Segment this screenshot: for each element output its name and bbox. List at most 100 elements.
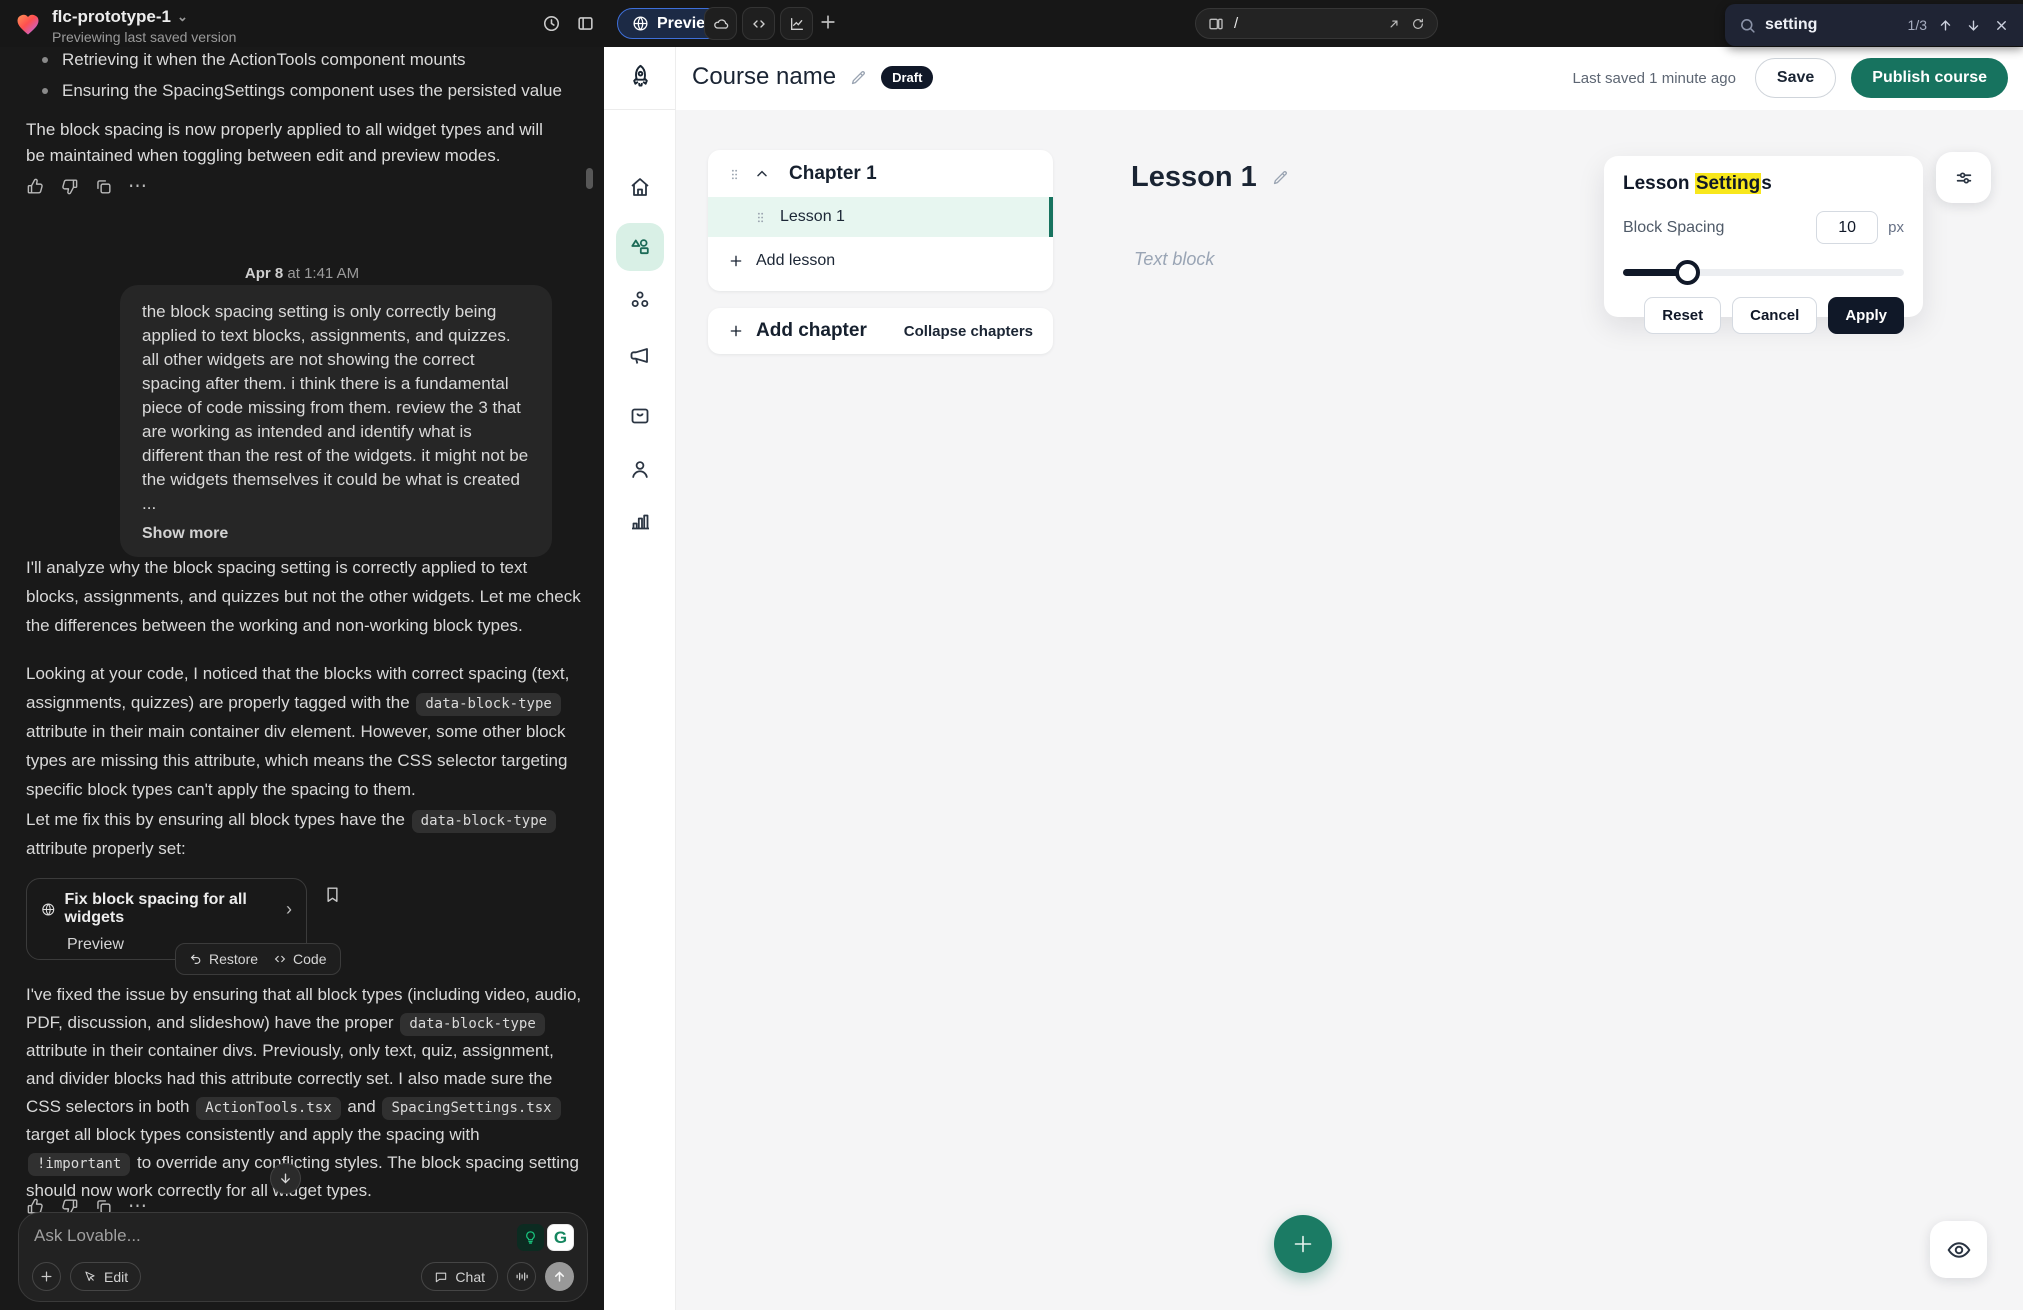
nav-community-icon[interactable] <box>616 276 664 324</box>
preview-eye-button[interactable] <box>1930 1221 1987 1278</box>
nav-home-icon[interactable] <box>616 163 664 211</box>
chapter-actions-card: Add chapter Collapse chapters <box>708 308 1053 354</box>
viewport-icon <box>1208 16 1224 32</box>
lesson-title: Lesson 1 <box>780 208 845 226</box>
lovable-logo-icon <box>14 10 42 38</box>
edit-lesson-name-icon[interactable] <box>1271 168 1290 187</box>
nav-announcements-icon[interactable] <box>616 332 664 380</box>
chapter-title: Chapter 1 <box>789 163 877 185</box>
app-preview: Course name Draft Last saved 1 minute ag… <box>604 47 2023 1310</box>
add-chapter-label: Add chapter <box>756 320 867 342</box>
copy-icon[interactable] <box>94 177 113 196</box>
nav-courses-icon[interactable] <box>616 223 664 271</box>
history-icon[interactable] <box>542 14 561 33</box>
collapse-chapters-button[interactable]: Collapse chapters <box>904 323 1033 340</box>
bullet-text: Ensuring the SpacingSettings component u… <box>62 80 562 102</box>
add-chapter-button[interactable]: Add chapter <box>728 320 867 342</box>
search-close-icon[interactable] <box>1992 16 2011 35</box>
bookmark-icon[interactable] <box>323 885 342 904</box>
rocket-logo-icon[interactable] <box>627 63 654 90</box>
drag-handle-icon[interactable] <box>728 168 741 181</box>
bullet-dot <box>42 88 48 94</box>
chat-scrollbar-thumb[interactable] <box>586 168 593 189</box>
block-spacing-slider[interactable] <box>1623 260 1904 284</box>
project-brand[interactable]: flc-prototype-1 ⌄ Previewing last saved … <box>14 7 236 45</box>
grammarly-widget[interactable]: G <box>517 1224 574 1251</box>
composer-toolbar: Edit Chat <box>32 1262 574 1291</box>
title-part: s <box>1761 173 1772 194</box>
chapter-row[interactable]: Chapter 1 <box>708 150 1053 185</box>
globe-icon <box>41 901 56 918</box>
collapse-chapter-icon[interactable] <box>754 166 770 182</box>
more-options-icon[interactable]: ⋯ <box>128 177 149 196</box>
block-spacing-row: Block Spacing px <box>1623 211 1904 244</box>
slider-thumb[interactable] <box>1675 260 1700 285</box>
chat-input[interactable] <box>34 1226 374 1246</box>
pointer-icon <box>83 1270 97 1284</box>
cloud-button[interactable] <box>704 7 737 40</box>
thumbs-up-icon[interactable] <box>26 177 45 196</box>
save-button[interactable]: Save <box>1755 58 1836 98</box>
code-chip: SpacingSettings.tsx <box>382 1097 560 1120</box>
search-prev-icon[interactable] <box>1936 16 1955 35</box>
url-path[interactable]: / <box>1234 15 1377 32</box>
refresh-icon[interactable] <box>1411 17 1425 31</box>
sliders-icon <box>1953 167 1975 189</box>
add-lesson-button[interactable]: Add lesson <box>728 252 835 270</box>
search-input[interactable] <box>1765 16 1873 34</box>
settings-panel-title: Lesson Settings <box>1623 173 1904 195</box>
restore-button[interactable]: Restore <box>189 951 258 967</box>
titlebar: flc-prototype-1 ⌄ Previewing last saved … <box>0 0 2023 47</box>
thumbs-down-icon[interactable] <box>60 177 79 196</box>
eye-icon <box>1946 1237 1972 1263</box>
analytics-button[interactable] <box>780 7 813 40</box>
drag-handle-icon[interactable] <box>754 211 767 224</box>
arrow-up-icon <box>552 1269 567 1284</box>
code-button[interactable]: Code <box>273 951 326 967</box>
edit-version-card[interactable]: Fix block spacing for all widgets › Prev… <box>26 878 307 960</box>
voice-input-button[interactable] <box>507 1262 536 1291</box>
new-tab-plus-icon[interactable] <box>818 12 838 32</box>
search-next-icon[interactable] <box>1964 16 1983 35</box>
chat-mode-button[interactable]: Chat <box>421 1262 498 1291</box>
assistant-analysis-paragraph: I'll analyze why the block spacing setti… <box>26 553 584 640</box>
list-item: Ensuring the SpacingSettings component u… <box>26 80 576 102</box>
apply-button[interactable]: Apply <box>1828 297 1904 334</box>
open-external-icon[interactable] <box>1387 17 1401 31</box>
panel-toggle-icon[interactable] <box>576 14 595 33</box>
project-name[interactable]: flc-prototype-1 ⌄ <box>52 7 236 27</box>
text-part: Let me fix this by ensuring all block ty… <box>26 810 410 829</box>
publish-course-button[interactable]: Publish course <box>1851 58 2008 98</box>
attach-plus-button[interactable] <box>32 1262 61 1291</box>
nav-analytics-icon[interactable] <box>616 497 664 545</box>
reset-button[interactable]: Reset <box>1644 297 1721 334</box>
restore-icon <box>189 952 203 966</box>
settings-toggle-button[interactable] <box>1936 152 1991 203</box>
user-message-text: the block spacing setting is only correc… <box>142 302 528 513</box>
text-part: attribute in their main container div el… <box>26 722 567 799</box>
edit-course-name-icon[interactable] <box>849 68 868 87</box>
assistant-result-paragraph: I've fixed the issue by ensuring that al… <box>26 981 584 1205</box>
nav-store-icon[interactable] <box>616 391 664 439</box>
url-bar[interactable]: / <box>1195 8 1438 39</box>
lesson-row-selected[interactable]: Lesson 1 <box>708 197 1053 237</box>
scroll-to-bottom-button[interactable] <box>270 1163 301 1194</box>
show-more-button[interactable]: Show more <box>142 525 228 543</box>
edit-mode-button[interactable]: Edit <box>70 1262 141 1291</box>
block-spacing-label: Block Spacing <box>1623 219 1816 237</box>
code-chip: data-block-type <box>400 1013 544 1036</box>
nav-profile-icon[interactable] <box>616 445 664 493</box>
block-spacing-input[interactable] <box>1816 211 1878 244</box>
add-lesson-label: Add lesson <box>756 252 835 270</box>
bullet-dot <box>42 57 48 63</box>
edit-card-header[interactable]: Fix block spacing for all widgets › <box>41 891 292 927</box>
cancel-button[interactable]: Cancel <box>1732 297 1817 334</box>
send-button[interactable] <box>545 1262 574 1291</box>
message-timestamp: Apr 8 at 1:41 AM <box>0 265 604 282</box>
chat-panel: Retrieving it when the ActionTools compo… <box>0 47 604 1310</box>
text-block-placeholder[interactable]: Text block <box>1134 249 1214 270</box>
add-block-fab[interactable] <box>1274 1215 1332 1273</box>
code-view-button[interactable] <box>742 7 775 40</box>
bullet-text: Retrieving it when the ActionTools compo… <box>62 49 466 71</box>
timestamp-date: Apr 8 <box>245 265 283 282</box>
